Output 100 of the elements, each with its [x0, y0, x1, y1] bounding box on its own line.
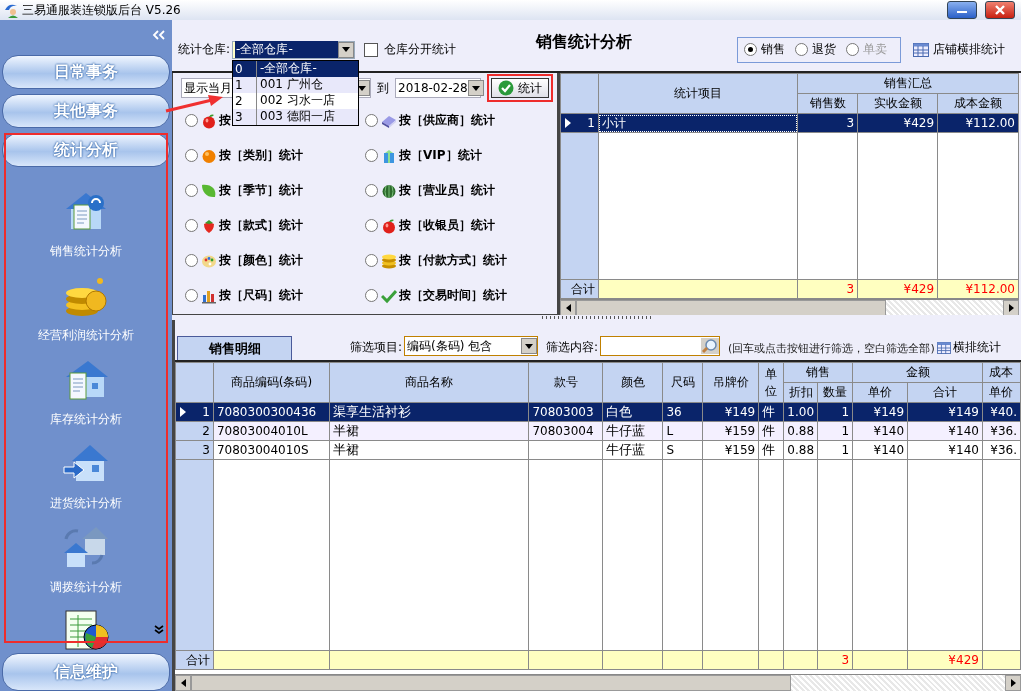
radio-label[interactable]: 按［营业员］统计	[399, 182, 495, 199]
checkbox-label[interactable]: 仓库分开统计	[384, 41, 457, 58]
table-row[interactable]: 3 70803004010S 半裙 牛仔蓝 S ¥159 件 0.88 1 ¥140 ¥140 ¥36.	[175, 440, 1021, 460]
tab[interactable]: 销售明细	[177, 336, 292, 360]
radio-label[interactable]: 按［供应商］统计	[399, 112, 495, 129]
check-icon	[381, 287, 397, 304]
table-cell: ¥140	[852, 440, 908, 460]
dropdown-option[interactable]: 0 -全部仓库-	[233, 60, 359, 77]
search-icon[interactable]	[701, 338, 720, 354]
collapse-icon[interactable]	[152, 30, 166, 40]
table-row[interactable]: 2 70803004010L 半裙 70803004 牛仔蓝 L ¥159 件 0.88 1 ¥140 ¥140 ¥36.	[175, 421, 1021, 441]
radio-button[interactable]	[365, 219, 378, 232]
checkbox[interactable]	[364, 42, 379, 57]
radio-button[interactable]	[185, 149, 198, 162]
table-cell: 件	[758, 440, 784, 460]
filter-select[interactable]: 编码(条码) 包含	[404, 336, 539, 356]
column-header: 吊牌价	[702, 362, 759, 403]
leaf-icon	[201, 182, 217, 199]
melon-icon	[381, 182, 397, 199]
row-pointer-icon	[565, 118, 571, 128]
table-cell: ¥140	[907, 440, 983, 460]
radio-button[interactable]	[365, 114, 378, 127]
caret-icon[interactable]	[525, 343, 534, 349]
spreadsheet-pie-icon[interactable]	[62, 607, 110, 651]
store-layout-button[interactable]: 店铺横排统计	[911, 39, 1008, 60]
scroll-down-icon[interactable]	[154, 625, 164, 635]
dropdown-option[interactable]: 2 002 习水一店	[233, 92, 359, 109]
column-header: 金额	[852, 362, 983, 383]
field-label: 统计仓库:	[178, 41, 231, 58]
hint-text: (回车或点击按钮进行筛选，空白筛选全部)	[728, 341, 935, 356]
table-cell: 1	[817, 440, 853, 460]
radio-label[interactable]: 退货	[812, 41, 837, 58]
apple-icon	[201, 112, 217, 129]
horizontal-scrollbar[interactable]	[560, 299, 1019, 315]
caret-icon[interactable]	[471, 85, 480, 91]
splitter-handle[interactable]	[541, 316, 652, 319]
radio-label[interactable]: 按［VIP］统计	[399, 147, 482, 164]
row-number: 3	[202, 443, 210, 457]
column-header: 尺码	[662, 362, 703, 403]
radio-button[interactable]	[185, 184, 198, 197]
radio-label[interactable]: 按［交易时间］统计	[399, 287, 507, 304]
radio-button[interactable]	[365, 289, 378, 302]
apple-icon	[381, 217, 397, 234]
scroll-right-icon[interactable]	[1008, 304, 1014, 312]
annotation-arrow	[164, 94, 224, 114]
radio-label[interactable]: 销售	[761, 41, 786, 58]
radio-button[interactable]	[185, 254, 198, 267]
layout-button[interactable]: 横排统计	[934, 339, 1003, 356]
radio-button[interactable]	[185, 219, 198, 232]
radio-label[interactable]: 按［类别］统计	[219, 147, 303, 164]
field-label: 筛选项目:	[350, 339, 403, 356]
table-cell: ¥36.	[982, 440, 1021, 460]
run-button[interactable]: 统计	[491, 78, 549, 98]
scroll-left-icon[interactable]	[180, 679, 186, 687]
radio-button[interactable]	[365, 254, 378, 267]
table-row[interactable]: 1 7080300300436 渠享生活衬衫 70803003 白色 36 ¥149 件 1.00 1 ¥149 ¥149 ¥40.	[175, 402, 1021, 422]
gift-icon	[381, 147, 397, 164]
table-icon[interactable]	[913, 42, 930, 57]
radio-button[interactable]	[744, 43, 758, 56]
radio-label[interactable]: 按［收银员］统计	[399, 217, 495, 234]
table-row[interactable]: 1 小计 3 ¥429 ¥112.00	[560, 113, 1019, 133]
radio-button[interactable]	[365, 184, 378, 197]
check-icon[interactable]	[498, 80, 514, 96]
column-header: 销售汇总	[797, 73, 1019, 94]
coins-icon	[381, 252, 397, 269]
radio-label[interactable]: 按	[219, 112, 231, 129]
radio-label[interactable]: 按［尺码］统计	[219, 287, 303, 304]
column-header: 成本	[982, 362, 1021, 383]
close-button[interactable]	[985, 1, 1015, 19]
scroll-left-icon[interactable]	[565, 304, 571, 312]
row-number: 1	[202, 405, 210, 419]
column-header: 单位	[758, 362, 784, 403]
close-icon[interactable]	[993, 4, 1007, 16]
date-field[interactable]: 2018-02-28	[395, 78, 481, 98]
citrus-fruit-icon	[201, 147, 217, 164]
table-cell: 半裙	[329, 440, 529, 460]
page-title: 销售统计分析	[536, 32, 633, 53]
radio-label[interactable]: 按［款式］统计	[219, 217, 303, 234]
strawberry-icon	[201, 217, 217, 234]
radio-label[interactable]: 按［颜色］统计	[219, 252, 303, 269]
dropdown-option[interactable]: 3 003 德阳一店	[233, 108, 359, 125]
column-header: 销售	[783, 362, 853, 383]
caret-icon[interactable]	[342, 47, 351, 52]
scroll-right-icon[interactable]	[1010, 679, 1016, 687]
radio-label[interactable]: 按［季节］统计	[219, 182, 303, 199]
minimize-button[interactable]	[947, 1, 977, 19]
column-header: 款号	[528, 362, 603, 403]
radio-button[interactable]	[795, 43, 809, 56]
row-number: 1	[587, 116, 595, 130]
search-field[interactable]	[600, 336, 721, 356]
horizontal-scrollbar[interactable]	[175, 674, 1021, 691]
radio-button[interactable]	[185, 289, 198, 302]
table-icon[interactable]	[936, 341, 951, 354]
caret-icon[interactable]	[358, 85, 366, 91]
warehouse-select[interactable]: -全部仓库-	[232, 40, 356, 59]
radio-button[interactable]	[365, 149, 378, 162]
column-header: 统计项目	[598, 73, 798, 114]
radio-button[interactable]	[185, 114, 198, 127]
column-header: 商品编码(条码)	[213, 362, 330, 403]
radio-label[interactable]: 按［付款方式］统计	[399, 252, 507, 269]
